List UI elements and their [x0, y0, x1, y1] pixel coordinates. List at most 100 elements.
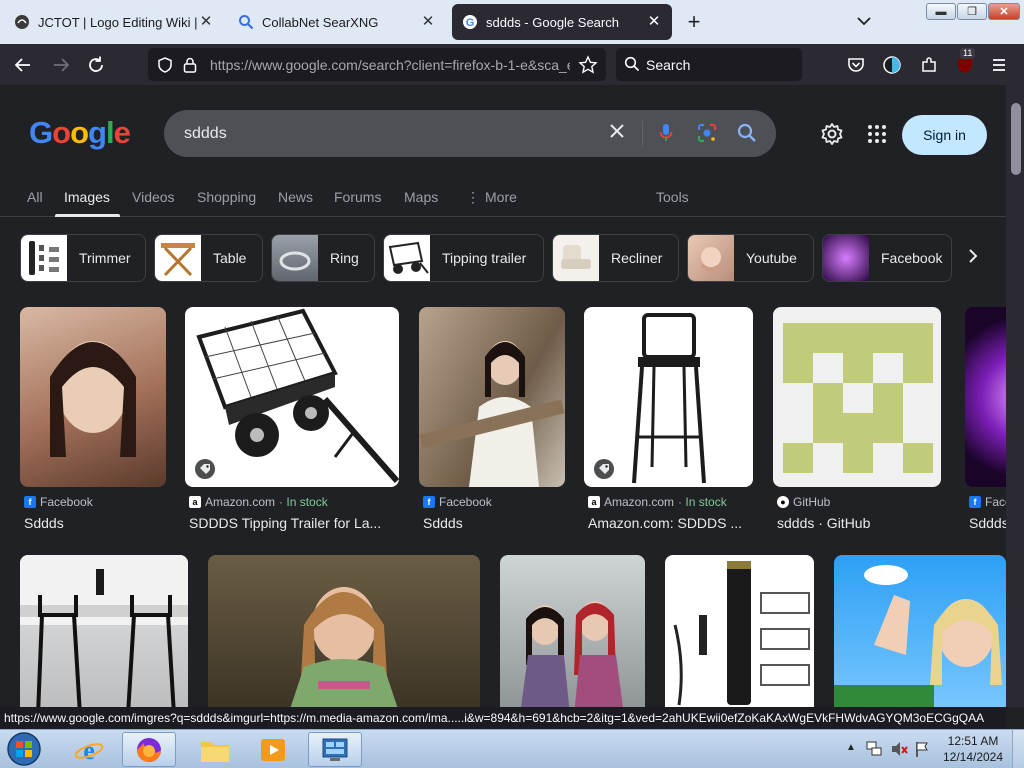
close-tab-icon[interactable]: ✕ — [420, 14, 436, 30]
tab-forums[interactable]: Forums — [334, 189, 381, 205]
result-source[interactable]: a Amazon.com · In stock — [588, 495, 727, 509]
image-result[interactable]: f Facebook Sddds — [419, 307, 565, 547]
tab-images[interactable]: Images — [64, 189, 110, 205]
tracking-protection-shield-icon[interactable] — [156, 56, 174, 79]
google-lens-icon[interactable] — [696, 122, 718, 149]
result-source[interactable]: f Facebook — [423, 495, 492, 509]
chip-ring[interactable]: Ring — [271, 234, 375, 282]
tab-videos[interactable]: Videos — [132, 189, 175, 205]
chip-recliner[interactable]: Recliner — [552, 234, 679, 282]
image-result[interactable] — [500, 555, 645, 707]
chip-tipping-trailer[interactable]: Tipping trailer — [383, 234, 544, 282]
browser-search-field[interactable]: Search — [616, 48, 802, 81]
result-source[interactable]: ● GitHub — [777, 495, 830, 509]
google-logo[interactable]: Google — [29, 115, 131, 151]
close-window-button[interactable]: ✕ — [988, 3, 1020, 20]
result-caption[interactable]: Sddds — [24, 515, 164, 531]
system-clock[interactable]: 12:51 AM 12/14/2024 — [940, 733, 1006, 765]
image-result[interactable]: f Facebook Sddds — [20, 307, 166, 547]
chip-youtube[interactable]: Youtube — [687, 234, 814, 282]
list-all-tabs-chevron-icon[interactable] — [854, 11, 874, 31]
volume-muted-tray-icon[interactable] — [890, 740, 908, 763]
lock-icon[interactable] — [182, 56, 198, 79]
chip-table[interactable]: Table — [154, 234, 263, 282]
result-caption[interactable]: Sddds — [423, 515, 563, 531]
extensions-puzzle-icon[interactable] — [918, 54, 940, 76]
firefox-taskbar-icon[interactable] — [122, 732, 176, 767]
result-caption[interactable]: Amazon.com: SDDDS ... — [588, 515, 753, 531]
search-query-input[interactable]: sddds — [184, 125, 227, 143]
restore-window-button[interactable]: ❐ — [957, 3, 987, 20]
tab-jctot[interactable]: JCTOT | Logo Editing Wiki | Fan ✕ — [4, 4, 224, 40]
media-player-taskbar-icon[interactable] — [246, 732, 300, 767]
tab-news[interactable]: News — [278, 189, 313, 205]
image-result[interactable] — [665, 555, 814, 707]
tab-shopping[interactable]: Shopping — [197, 189, 256, 205]
result-thumbnail[interactable] — [834, 555, 1006, 707]
pocket-icon[interactable] — [845, 54, 867, 76]
sign-in-button[interactable]: Sign in — [902, 115, 987, 155]
settings-gear-icon[interactable] — [820, 122, 844, 146]
chip-facebook[interactable]: Facebook — [822, 234, 952, 282]
bookmark-star-icon[interactable] — [578, 55, 598, 80]
start-button[interactable] — [4, 731, 44, 767]
result-thumbnail[interactable] — [500, 555, 645, 707]
result-source[interactable]: f Face — [969, 495, 1006, 509]
url-text[interactable]: https://www.google.com/search?client=fir… — [210, 57, 570, 73]
page-scrollbar[interactable] — [1006, 85, 1024, 707]
dark-mode-extension-icon[interactable] — [881, 54, 903, 76]
tab-all[interactable]: All — [27, 189, 43, 205]
address-bar[interactable]: https://www.google.com/search?client=fir… — [148, 48, 606, 81]
result-thumbnail[interactable] — [20, 307, 166, 487]
action-center-flag-icon[interactable] — [914, 740, 930, 763]
google-search-box[interactable]: sddds — [164, 110, 776, 157]
scrollbar-thumb[interactable] — [1011, 103, 1021, 175]
forward-arrow-icon[interactable] — [50, 54, 72, 76]
hamburger-menu-icon[interactable] — [988, 54, 1010, 76]
file-explorer-taskbar-icon[interactable] — [188, 732, 242, 767]
ublock-extension-icon[interactable]: 11 — [954, 48, 976, 76]
tab-more[interactable]: ⋮ More — [466, 189, 517, 206]
image-result[interactable] — [834, 555, 1006, 707]
google-apps-grid-icon[interactable] — [866, 123, 888, 145]
image-result[interactable]: f Face Sddds — [965, 307, 1006, 547]
internet-explorer-taskbar-icon[interactable]: e — [62, 732, 116, 767]
result-thumbnail[interactable] — [208, 555, 480, 707]
chips-next-chevron-icon[interactable] — [966, 246, 980, 272]
show-desktop-button[interactable] — [1012, 730, 1024, 768]
clear-search-icon[interactable] — [607, 121, 627, 146]
tab-maps[interactable]: Maps — [404, 189, 438, 205]
control-panel-taskbar-icon[interactable] — [308, 732, 362, 767]
microphone-icon[interactable] — [658, 122, 674, 149]
image-result[interactable]: ● GitHub sddds · GitHub — [773, 307, 941, 547]
result-caption[interactable]: Sddds — [969, 515, 1006, 531]
tools-button[interactable]: Tools — [656, 189, 689, 205]
result-thumbnail[interactable] — [20, 555, 188, 707]
image-result[interactable] — [208, 555, 480, 707]
result-source[interactable]: a Amazon.com · In stock — [189, 495, 328, 509]
back-arrow-icon[interactable] — [12, 54, 34, 76]
search-submit-icon[interactable] — [736, 122, 758, 149]
tab-searxng[interactable]: CollabNet SearXNG ✕ — [228, 4, 446, 40]
result-thumbnail[interactable] — [419, 307, 565, 487]
tab-google-search[interactable]: G sddds - Google Search ✕ — [452, 4, 672, 40]
result-caption[interactable]: sddds · GitHub — [777, 515, 941, 531]
close-tab-icon[interactable]: ✕ — [198, 14, 214, 30]
image-result[interactable]: a Amazon.com · In stock Amazon.com: SDDDS … — [584, 307, 753, 547]
tray-expand-arrow-icon[interactable]: ▲ — [846, 742, 856, 753]
reload-icon[interactable] — [85, 54, 107, 76]
result-thumbnail[interactable] — [965, 307, 1006, 487]
result-thumbnail[interactable] — [665, 555, 814, 707]
result-source[interactable]: f Facebook — [24, 495, 93, 509]
image-result[interactable] — [20, 555, 188, 707]
result-caption[interactable]: SDDDS Tipping Trailer for La... — [189, 515, 399, 531]
result-thumbnail[interactable] — [773, 307, 941, 487]
image-result[interactable]: a Amazon.com · In stock SDDDS Tipping Trai… — [185, 307, 399, 547]
result-thumbnail[interactable] — [185, 307, 399, 487]
search-type-tabs: All Images Videos Shopping News Forums M… — [0, 181, 1006, 217]
chip-trimmer[interactable]: Trimmer — [20, 234, 146, 282]
close-tab-icon[interactable]: ✕ — [646, 14, 662, 30]
minimize-window-button[interactable]: ▬ — [926, 3, 956, 20]
network-tray-icon[interactable] — [866, 740, 882, 763]
new-tab-button[interactable]: + — [682, 10, 706, 34]
